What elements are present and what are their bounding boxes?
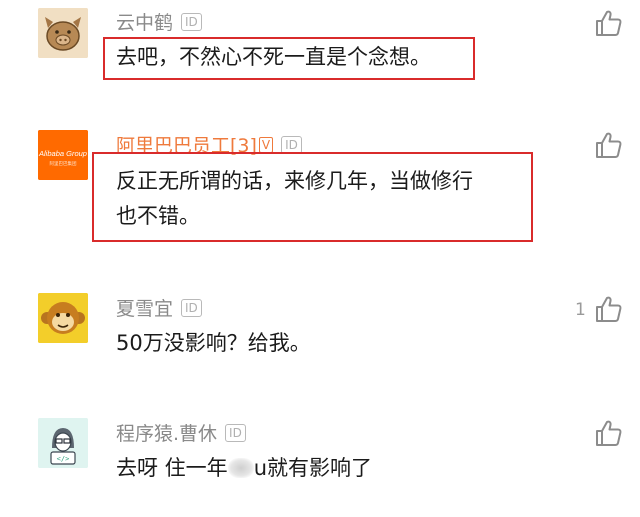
- comment-text-line-1: 反正无所谓的话，来修几年，当做修行: [116, 169, 473, 193]
- redacted-blur: [227, 458, 254, 478]
- comment-author[interactable]: 云中鹤 ID: [116, 8, 202, 35]
- comment-text: 去呀 住一年 u就有影响了: [116, 451, 372, 485]
- monkey-avatar-icon: [38, 293, 88, 343]
- comment-text: 50万没影响？给我。: [116, 331, 311, 355]
- avatar[interactable]: [38, 8, 88, 58]
- avatar[interactable]: </>: [38, 418, 88, 468]
- vip-badge: V: [258, 137, 274, 153]
- alibaba-logo-icon: Alibaba Group 阿里巴巴集团: [38, 130, 88, 180]
- like-button[interactable]: [593, 130, 623, 160]
- like-button[interactable]: [593, 294, 623, 324]
- pig-avatar-icon: [38, 8, 88, 58]
- thumbs-up-icon: [596, 296, 622, 322]
- programmer-avatar-icon: </>: [38, 418, 88, 468]
- comment-author[interactable]: 程序猿.曹休 ID: [116, 419, 246, 446]
- id-badge: ID: [181, 13, 202, 31]
- id-badge: ID: [225, 424, 246, 442]
- like-count: 1: [575, 300, 586, 320]
- thumbs-up-icon: [596, 132, 622, 158]
- like-button[interactable]: [593, 418, 623, 448]
- comment-text: 去吧，不然心不死一直是个念想。: [116, 45, 431, 69]
- thumbs-up-icon: [596, 420, 622, 446]
- author-name[interactable]: 云中鹤: [116, 12, 173, 34]
- author-name[interactable]: 夏雪宜: [116, 298, 173, 320]
- logo-text-cn: 阿里巴巴集团: [50, 160, 77, 167]
- author-name[interactable]: 程序猿.曹休: [116, 423, 217, 445]
- id-badge: ID: [181, 299, 202, 317]
- code-glyph: </>: [57, 455, 70, 463]
- avatar[interactable]: [38, 293, 88, 343]
- thumbs-up-icon: [596, 10, 622, 36]
- comment-text-part: 去呀 住一年: [116, 456, 228, 480]
- like-button[interactable]: [593, 8, 623, 38]
- logo-text: Alibaba Group: [38, 149, 87, 158]
- comment-text-part: u就有影响了: [253, 456, 372, 480]
- avatar[interactable]: Alibaba Group 阿里巴巴集团: [38, 130, 88, 180]
- comment-text-line-2: 也不错。: [116, 204, 200, 228]
- comment-author[interactable]: 夏雪宜 ID: [116, 294, 202, 321]
